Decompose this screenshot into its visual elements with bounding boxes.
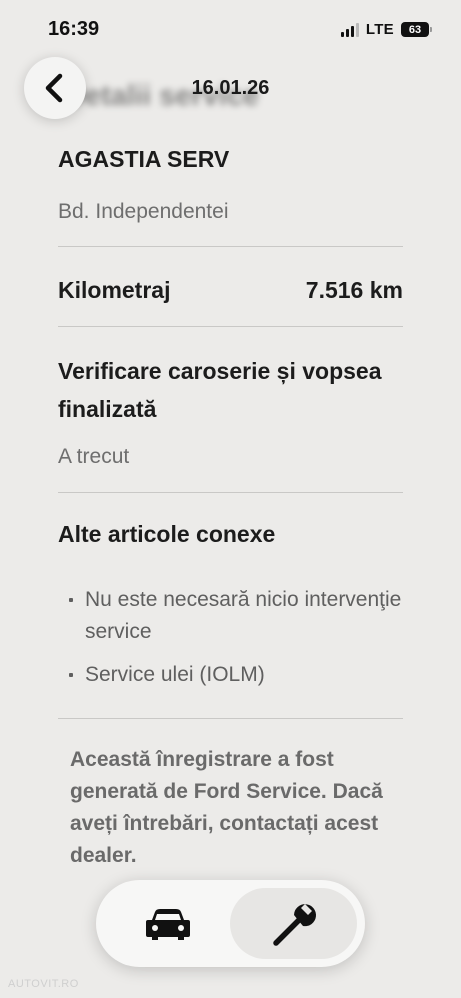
related-item-label: Service ulei (IOLM) bbox=[85, 663, 265, 686]
battery-level: 63 bbox=[408, 23, 422, 36]
service-date: 16.01.26 bbox=[191, 77, 270, 99]
related-items-title: Alte articole conexe bbox=[58, 521, 276, 547]
divider bbox=[58, 718, 403, 719]
network-type: LTE bbox=[365, 21, 394, 38]
divider bbox=[58, 246, 403, 247]
status-indicators: LTE 63 bbox=[340, 21, 432, 38]
bullet-icon bbox=[69, 673, 73, 677]
nav-vehicle-button[interactable] bbox=[104, 888, 231, 959]
odometer-value: 7.516 km bbox=[305, 277, 403, 303]
watermark: AUTOVIT.RO bbox=[8, 978, 79, 990]
nav-service-button[interactable] bbox=[230, 888, 357, 959]
bullet-icon bbox=[69, 598, 73, 602]
list-item: Service ulei (IOLM) bbox=[58, 659, 403, 691]
list-item: Nu este necesară nicio intervenţie servi… bbox=[58, 584, 403, 648]
status-bar: 16:39 LTE 63 bbox=[0, 0, 461, 56]
wrench-icon bbox=[272, 903, 316, 946]
signal-icon bbox=[340, 22, 359, 37]
divider bbox=[58, 492, 403, 493]
inspection-status: A trecut bbox=[58, 445, 130, 468]
car-icon bbox=[145, 908, 190, 940]
inspection-title: Verificare caroserie și vopsea finalizat… bbox=[58, 358, 382, 422]
status-time: 16:39 bbox=[48, 18, 100, 40]
odometer-label: Kilometraj bbox=[58, 277, 171, 303]
battery-icon: 63 bbox=[401, 22, 432, 37]
related-items-list: Nu este necesară nicio intervenţie servi… bbox=[58, 584, 403, 702]
bottom-nav bbox=[96, 880, 365, 967]
dealer-name: AGASTIA SERV bbox=[58, 146, 230, 172]
divider bbox=[58, 326, 403, 327]
related-item-label: Nu este necesară nicio intervenţie servi… bbox=[85, 588, 402, 643]
footer-note: Această înregistrare a fost generată de … bbox=[70, 748, 383, 867]
dealer-address: Bd. Independentei bbox=[58, 200, 229, 223]
